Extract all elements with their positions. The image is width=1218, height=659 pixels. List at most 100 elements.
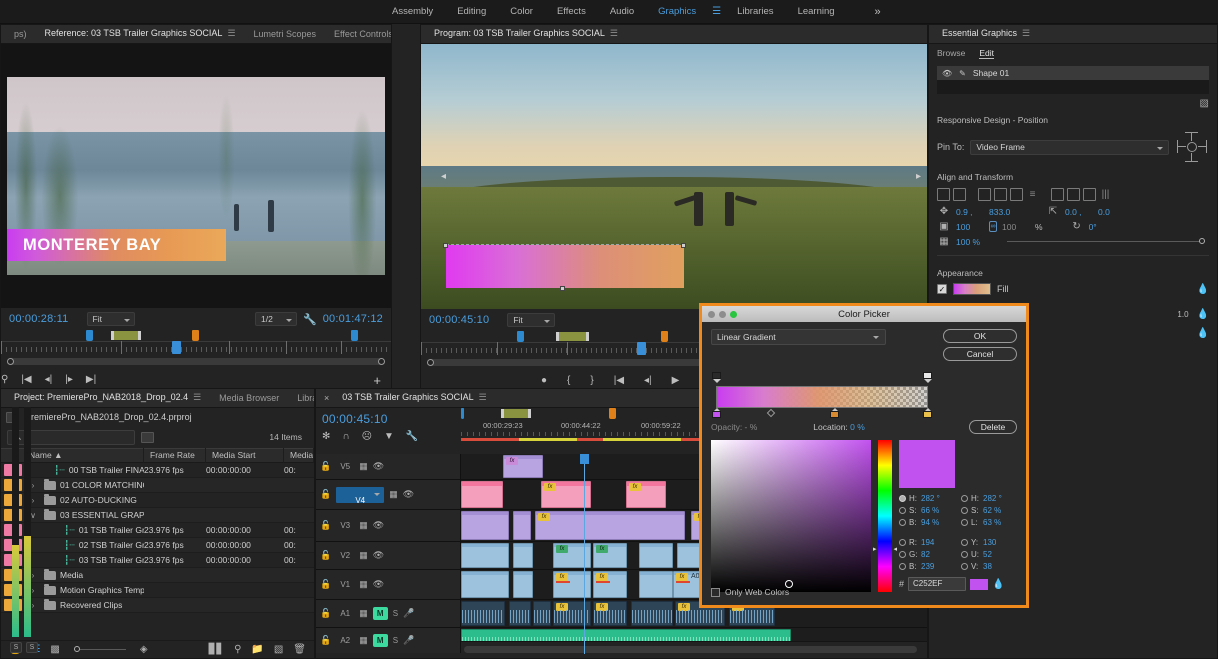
opacity-stop[interactable] xyxy=(923,372,932,383)
snap-icon[interactable]: ✻ xyxy=(322,431,330,442)
timeline-clip[interactable]: fx xyxy=(626,481,666,508)
gradient-type-select[interactable]: Linear Gradient xyxy=(711,329,886,345)
rgb-r-row[interactable]: R:194 xyxy=(899,538,951,547)
column-header-media-start[interactable]: Media Start xyxy=(206,448,284,463)
fill-checkbox[interactable]: ✓ xyxy=(937,284,947,294)
timeline-clip[interactable] xyxy=(631,601,673,626)
item-name[interactable]: 00 TSB Trailer FINAL xyxy=(65,465,144,475)
marker-blue[interactable] xyxy=(351,330,358,341)
track-name-label[interactable]: V2 xyxy=(336,551,354,560)
reference-monitor-stage[interactable]: MONTEREY BAY xyxy=(1,44,391,308)
filter-bin-icon[interactable] xyxy=(141,432,154,443)
table-row[interactable]: ›Media xyxy=(1,568,314,583)
yuv-v-row[interactable]: V:38 xyxy=(961,562,1013,571)
in-out-range[interactable] xyxy=(501,409,531,418)
transform-handle[interactable] xyxy=(681,243,686,248)
table-row[interactable]: ┇┄00 TSB Trailer FINAL23.976 fps00:00:00… xyxy=(1,463,314,478)
mute-button[interactable]: M xyxy=(373,634,388,647)
sort-icon[interactable]: ◈ xyxy=(140,644,148,655)
radio-hsb-s[interactable] xyxy=(899,507,906,514)
sync-lock-icon[interactable]: ▦ xyxy=(359,608,368,619)
new-layer-icon[interactable]: ▧ xyxy=(1200,98,1209,109)
table-row[interactable]: ┇┄03 TSB Trailer Graphics23.976 fps00:00… xyxy=(1,553,314,568)
sync-lock-icon[interactable]: ▦ xyxy=(359,520,368,531)
eye-icon[interactable]: 👁 xyxy=(942,69,952,78)
icon-view-icon[interactable]: ▩ xyxy=(50,644,59,655)
wrench-icon[interactable]: 🔧 xyxy=(303,313,317,326)
timeline-playhead[interactable] xyxy=(584,454,585,654)
tab-lumetri-scopes[interactable]: Lumetri Scopes xyxy=(245,25,326,44)
gradient-ramp[interactable] xyxy=(716,386,928,408)
tab-project[interactable]: Project: PremierePro_NAB2018_Drop_02.4☰ xyxy=(5,389,210,408)
lock-icon[interactable]: 🔓 xyxy=(320,520,331,531)
item-name[interactable]: 02 AUTO-DUCKING xyxy=(56,495,144,505)
subtab-browse[interactable]: Browse xyxy=(937,48,965,58)
hsl-l-row[interactable]: L:63 % xyxy=(961,518,1013,527)
eyedropper-icon[interactable]: 💧 xyxy=(1197,309,1209,320)
item-name[interactable]: Recovered Clips xyxy=(56,600,144,610)
color-stop-magenta[interactable] xyxy=(712,408,721,419)
reference-resolution-select[interactable]: 1/2 xyxy=(255,312,297,326)
value-rgb-b[interactable]: 239 xyxy=(921,562,951,571)
in-out-range[interactable] xyxy=(111,331,141,340)
fx-badge-icon[interactable]: fx xyxy=(544,483,556,491)
value-hsb-s[interactable]: 66 % xyxy=(921,506,951,515)
column-header-media-end[interactable]: Media xyxy=(284,448,314,463)
lock-icon[interactable]: 🔓 xyxy=(320,579,331,590)
solo-button[interactable]: S xyxy=(393,609,398,618)
transform-handle[interactable] xyxy=(443,243,448,248)
shape-01-gradient-rect[interactable] xyxy=(446,245,684,287)
cancel-button[interactable]: Cancel xyxy=(943,347,1017,361)
hamburger-icon[interactable]: ☰ xyxy=(708,6,725,17)
reference-zoom-select[interactable]: Fit xyxy=(87,312,135,326)
timeline-clip[interactable] xyxy=(533,601,551,626)
marker-orange[interactable] xyxy=(661,331,668,342)
value-hsl-h[interactable]: 282 ° xyxy=(983,494,1013,503)
timeline-clip[interactable]: fx xyxy=(503,455,543,478)
rgb-b-row[interactable]: B:239 xyxy=(899,562,951,571)
minimize-dot[interactable] xyxy=(708,311,715,318)
export-frame-icon[interactable]: ⚲ xyxy=(1,375,8,385)
yuv-y-row[interactable]: Y:130 xyxy=(961,538,1013,547)
hamburger-icon[interactable]: ☰ xyxy=(193,392,201,402)
hsl-s-row[interactable]: S:62 % xyxy=(961,506,1013,515)
play-icon[interactable]: ▶ xyxy=(672,376,680,386)
timeline-clip[interactable]: fx xyxy=(593,571,627,598)
maximize-dot[interactable] xyxy=(719,311,726,318)
marker-blue[interactable] xyxy=(86,330,93,341)
sync-lock-icon[interactable]: ▦ xyxy=(359,579,368,590)
fx-badge-icon[interactable]: fx xyxy=(596,573,608,581)
workspace-tab-effects[interactable]: Effects xyxy=(545,0,598,24)
hsl-h-row[interactable]: H:282 ° xyxy=(961,494,1013,503)
timeline-clip[interactable]: fx xyxy=(553,571,591,598)
mark-out-icon[interactable]: } xyxy=(590,376,593,386)
new-item-icon[interactable]: ▧ xyxy=(274,644,283,655)
radio-hsl-l[interactable] xyxy=(961,519,968,526)
track-name-label[interactable]: V1 xyxy=(336,580,354,589)
solo-button-right[interactable]: S xyxy=(26,642,38,653)
eyedropper-icon[interactable]: 💧 xyxy=(1197,328,1209,339)
color-picker-dialog[interactable]: Color Picker Linear Gradient OK Cancel xyxy=(699,303,1029,608)
column-header-name[interactable]: Name ▲ xyxy=(23,448,144,463)
value-yuv-v[interactable]: 38 xyxy=(983,562,1013,571)
table-row[interactable]: ›Recovered Clips xyxy=(1,598,314,613)
radio-hsl-h[interactable] xyxy=(961,495,968,502)
hamburger-icon[interactable]: ☰ xyxy=(610,28,618,38)
pen-icon[interactable]: ✎ xyxy=(959,69,966,78)
table-row[interactable]: ›02 AUTO-DUCKING xyxy=(1,493,314,508)
tab-libraries[interactable]: Libraries xyxy=(288,389,314,408)
tab-sequence[interactable]: 03 TSB Trailer Graphics SOCIAL☰ xyxy=(333,389,495,408)
sync-lock-icon[interactable]: ▦ xyxy=(359,635,368,646)
item-name[interactable]: 02 TSB Trailer Graphics xyxy=(75,540,144,550)
table-row[interactable]: ›Motion Graphics Template xyxy=(1,583,314,598)
program-playhead[interactable] xyxy=(637,342,646,355)
step-forward-icon[interactable]: |▸ xyxy=(65,375,73,385)
workspace-overflow-icon[interactable]: » xyxy=(875,6,881,18)
color-stop-tan[interactable] xyxy=(923,408,932,419)
lock-icon[interactable]: 🔓 xyxy=(320,608,331,619)
value-yuv-y[interactable]: 130 xyxy=(983,538,1013,547)
align-center-vert-icon[interactable] xyxy=(953,188,966,201)
find-icon[interactable]: ⚲ xyxy=(234,644,241,655)
lock-icon[interactable]: 🔓 xyxy=(320,461,331,472)
track-name-label[interactable]: A2 xyxy=(336,636,354,645)
